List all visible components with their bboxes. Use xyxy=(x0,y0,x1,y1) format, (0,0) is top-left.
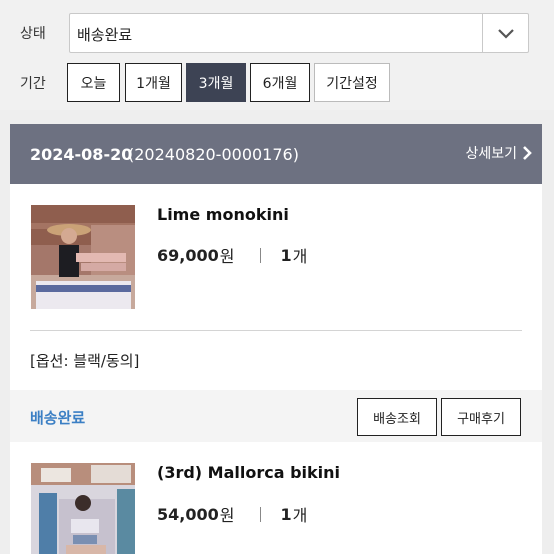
product-thumbnail[interactable] xyxy=(31,205,135,309)
product-thumbnail[interactable] xyxy=(31,463,135,554)
divider-bar xyxy=(260,247,262,263)
write-review-button[interactable]: 구매후기 xyxy=(441,398,521,436)
detail-label: 상세보기 xyxy=(465,146,517,162)
period-3month-button[interactable]: 3개월 xyxy=(186,63,246,102)
period-today-button[interactable]: 오늘 xyxy=(67,63,120,102)
status-select-value: 배송완료 xyxy=(77,26,133,44)
period-6month-button[interactable]: 6개월 xyxy=(250,63,310,102)
currency-unit: 원 xyxy=(219,247,235,266)
track-delivery-button[interactable]: 배송조회 xyxy=(357,398,437,436)
product-price: 69,000 xyxy=(157,245,219,265)
product-name[interactable]: (3rd) Mallorca bikini xyxy=(157,463,340,482)
order-detail-link[interactable]: 상세보기 xyxy=(465,143,532,163)
order-card: 2024-08-20 (20240820-0000176) 상세보기 Lime … xyxy=(10,124,542,554)
period-1month-button[interactable]: 1개월 xyxy=(125,63,182,102)
order-header: 2024-08-20 (20240820-0000176) 상세보기 xyxy=(10,124,542,184)
quantity-unit: 개 xyxy=(292,247,308,266)
status-select[interactable]: 배송완료 xyxy=(69,13,529,53)
divider-bar xyxy=(260,506,262,522)
currency-unit: 원 xyxy=(219,506,235,525)
status-label: 상태 xyxy=(20,26,46,42)
order-date: 2024-08-20 xyxy=(30,145,133,164)
product-price: 54,000 xyxy=(157,504,219,524)
order-actions: 배송완료 배송조회 구매후기 xyxy=(10,390,542,442)
chevron-right-icon xyxy=(523,146,532,160)
product-quantity: 1 xyxy=(280,245,292,265)
order-number: (20240820-0000176) xyxy=(128,145,299,164)
order-filter: 상태 배송완료 기간 오늘 1개월 3개월 6개월 기간설정 xyxy=(0,0,554,110)
period-custom-button[interactable]: 기간설정 xyxy=(314,63,390,102)
product-option: [옵션: 블랙/동의] xyxy=(30,352,140,370)
price-quantity-row: 69,000 원 1 개 xyxy=(157,243,307,267)
delivery-status: 배송완료 xyxy=(30,409,86,427)
item-divider xyxy=(30,330,522,331)
product-quantity: 1 xyxy=(280,504,292,524)
price-quantity-row: 54,000 원 1 개 xyxy=(157,502,307,526)
chevron-down-icon[interactable] xyxy=(482,14,528,52)
product-name[interactable]: Lime monokini xyxy=(157,205,289,224)
period-label: 기간 xyxy=(20,76,46,92)
quantity-unit: 개 xyxy=(292,506,308,525)
